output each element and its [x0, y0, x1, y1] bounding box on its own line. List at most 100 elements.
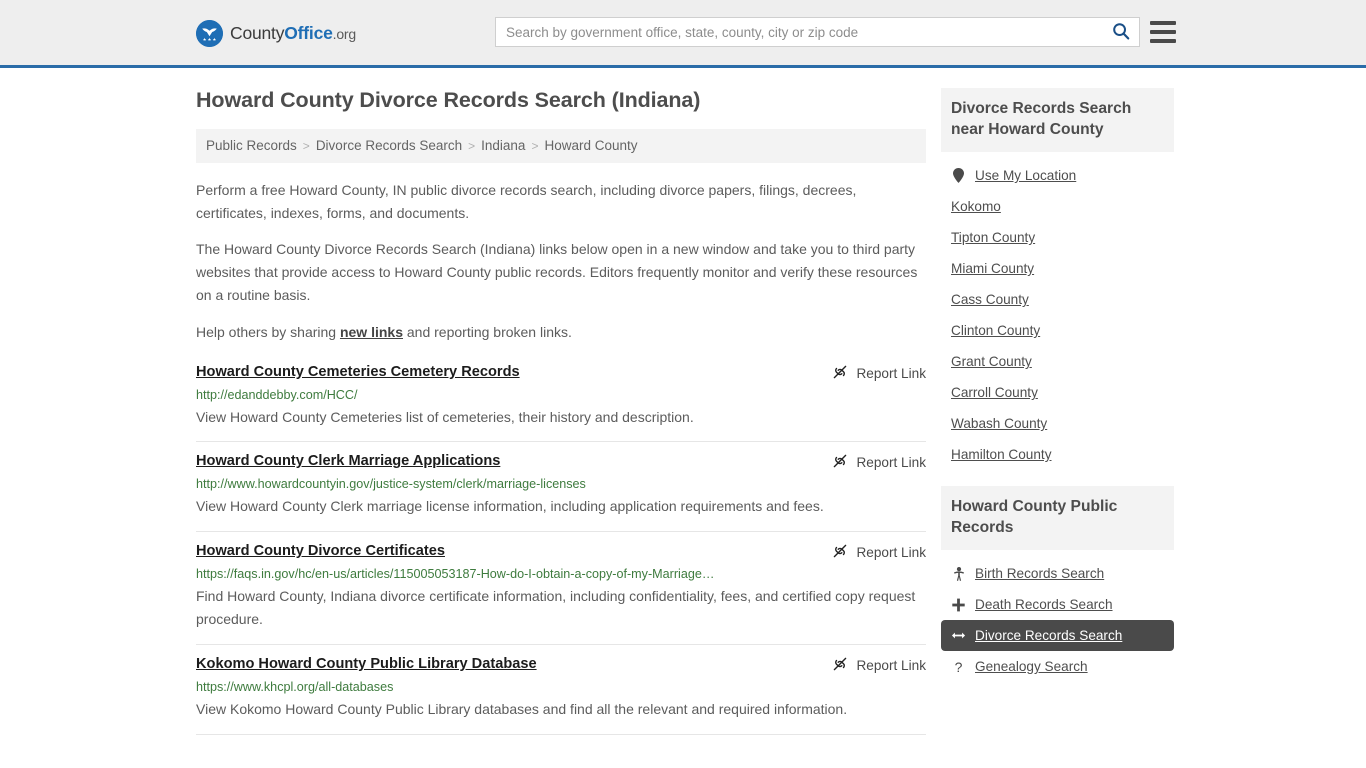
report-link-button[interactable]: Report Link — [832, 453, 926, 472]
breadcrumb-separator: > — [531, 138, 539, 153]
result-url[interactable]: http://edanddebby.com/HCC/ — [196, 388, 926, 402]
sidebar-item-carroll-county[interactable]: Carroll County — [941, 377, 1174, 408]
brand-office: Office — [284, 23, 333, 43]
sidebar-item-birth-records-search[interactable]: Birth Records Search — [941, 558, 1174, 589]
intro-share-text-before: Help others by sharing — [196, 323, 340, 340]
sidebar-item-label: Grant County — [951, 354, 1032, 370]
hamburger-bar-3 — [1150, 39, 1176, 43]
result-url[interactable]: http://www.howardcountyin.gov/justice-sy… — [196, 477, 926, 491]
baby-icon — [951, 566, 966, 581]
sidebar-item-clinton-county[interactable]: Clinton County — [941, 315, 1174, 346]
intro-paragraph-1: Perform a free Howard County, IN public … — [196, 181, 857, 221]
map-pin-icon — [951, 168, 966, 184]
hamburger-bar-2 — [1150, 30, 1176, 34]
sidebar-item-hamilton-county[interactable]: Hamilton County — [941, 439, 1174, 470]
broken-link-icon — [832, 364, 848, 383]
breadcrumb-item-public-records[interactable]: Public Records — [206, 138, 297, 153]
breadcrumb-separator: > — [302, 138, 310, 153]
report-link-label: Report Link — [856, 657, 926, 673]
sidebar-public-records-box: Howard County Public Records Birth Recor… — [941, 486, 1174, 682]
search-icon — [1112, 22, 1130, 43]
result-item: Howard County Divorce Certificates Repor… — [196, 532, 926, 645]
result-title-link[interactable]: Kokomo Howard County Public Library Data… — [196, 655, 537, 673]
intro-paragraph-2: The Howard County Divorce Records Search… — [196, 241, 918, 304]
report-link-button[interactable]: Report Link — [832, 543, 926, 562]
result-header: Howard County Divorce Certificates Repor… — [196, 542, 926, 562]
site-header: CountyOffice.org — [0, 0, 1366, 68]
intro-share-text-after: and reporting broken links. — [403, 323, 572, 340]
header-inner: CountyOffice.org — [0, 0, 1366, 65]
question-mark-icon: ? — [954, 658, 963, 675]
sidebar-item-cass-county[interactable]: Cass County — [941, 284, 1174, 315]
sidebar-item-miami-county[interactable]: Miami County — [941, 253, 1174, 284]
sidebar-item-label: Death Records Search — [975, 597, 1113, 613]
sidebar-nearby-box: Divorce Records Search near Howard Count… — [941, 88, 1174, 470]
result-description: View Howard County Cemeteries list of ce… — [196, 408, 694, 425]
search-input[interactable] — [496, 19, 1103, 45]
breadcrumb-item-howard-county[interactable]: Howard County — [544, 138, 637, 153]
county-office-logo-icon — [196, 20, 223, 47]
sidebar-item-label: Birth Records Search — [975, 566, 1105, 582]
breadcrumb-item-divorce-records-search[interactable]: Divorce Records Search — [316, 138, 462, 153]
sidebar-item-genealogy-search[interactable]: ? Genealogy Search — [941, 651, 1174, 682]
result-title-link[interactable]: Howard County Divorce Certificates — [196, 542, 445, 560]
report-link-label: Report Link — [856, 365, 926, 381]
broken-link-icon — [832, 453, 848, 472]
page-title: Howard County Divorce Records Search (In… — [196, 88, 701, 112]
result-description: Find Howard County, Indiana divorce cert… — [196, 588, 916, 628]
report-link-label: Report Link — [856, 455, 926, 471]
report-link-button[interactable]: Report Link — [832, 656, 926, 675]
sidebar-item-label: Divorce Records Search — [975, 628, 1123, 644]
result-item: Howard County Cemeteries Cemetery Record… — [196, 358, 926, 443]
sidebar-item-label: Miami County — [951, 261, 1035, 277]
brand-wordmark: CountyOffice.org — [230, 23, 356, 44]
sidebar-item-kokomo[interactable]: Kokomo — [941, 191, 1174, 222]
sidebar-item-wabash-county[interactable]: Wabash County — [941, 408, 1174, 439]
sidebar-item-tipton-county[interactable]: Tipton County — [941, 222, 1174, 253]
breadcrumb: Public Records > Divorce Records Search … — [196, 128, 926, 163]
result-header: Howard County Cemeteries Cemetery Record… — [196, 363, 926, 383]
report-link-button[interactable]: Report Link — [832, 364, 926, 383]
result-title-link[interactable]: Howard County Cemeteries Cemetery Record… — [196, 363, 520, 381]
result-url[interactable]: https://www.khcpl.org/all-databases — [196, 680, 926, 694]
search-bar[interactable] — [495, 17, 1140, 47]
sidebar-item-label: Genealogy Search — [975, 659, 1088, 675]
result-title-link[interactable]: Howard County Clerk Marriage Application… — [196, 452, 500, 470]
search-button[interactable] — [1103, 18, 1139, 46]
result-description: View Kokomo Howard County Public Library… — [196, 700, 848, 717]
hamburger-bar-1 — [1150, 21, 1176, 25]
sidebar: Divorce Records Search near Howard Count… — [941, 88, 1174, 735]
sidebar-nearby-heading: Divorce Records Search near Howard Count… — [941, 88, 1174, 153]
brand-county: County — [230, 23, 285, 43]
sidebar-public-records-list: Birth Records Search Death Records Searc… — [941, 550, 1174, 682]
report-link-label: Report Link — [856, 545, 926, 561]
content-area: Howard County Divorce Records Search (In… — [196, 88, 1176, 735]
result-item: Howard County Clerk Marriage Application… — [196, 442, 926, 533]
hamburger-menu-button[interactable] — [1150, 18, 1176, 46]
result-header: Kokomo Howard County Public Library Data… — [196, 655, 926, 675]
breadcrumb-item-indiana[interactable]: Indiana — [481, 138, 525, 153]
result-url[interactable]: https://faqs.in.gov/hc/en-us/articles/11… — [196, 567, 926, 581]
site-logo-link[interactable]: CountyOffice.org — [196, 20, 356, 47]
broken-link-icon — [832, 656, 848, 675]
sidebar-item-label: Use My Location — [975, 168, 1077, 184]
intro-paragraph-3: Help others by sharing new links and rep… — [196, 321, 926, 344]
sidebar-item-use-my-location[interactable]: Use My Location — [941, 160, 1174, 191]
sidebar-item-death-records-search[interactable]: Death Records Search — [941, 589, 1174, 620]
sidebar-item-label: Wabash County — [951, 416, 1048, 432]
sidebar-item-grant-county[interactable]: Grant County — [941, 346, 1174, 377]
result-item: Kokomo Howard County Public Library Data… — [196, 645, 926, 735]
result-description: View Howard County Clerk marriage licens… — [196, 498, 824, 515]
sidebar-item-divorce-records-search[interactable]: Divorce Records Search — [941, 620, 1174, 652]
main-column: Howard County Divorce Records Search (In… — [196, 88, 926, 735]
sidebar-nearby-list: Use My Location Kokomo Tipton County Mia… — [941, 152, 1174, 470]
sidebar-item-label: Clinton County — [951, 323, 1041, 339]
cross-icon — [951, 598, 966, 612]
split-arrows-icon — [951, 630, 966, 641]
breadcrumb-separator: > — [468, 138, 476, 153]
broken-link-icon — [832, 543, 848, 562]
results-list: Howard County Cemeteries Cemetery Record… — [196, 358, 926, 735]
new-links-link[interactable]: new links — [340, 324, 403, 340]
sidebar-item-label: Tipton County — [951, 230, 1036, 246]
brand-org: .org — [332, 26, 357, 42]
